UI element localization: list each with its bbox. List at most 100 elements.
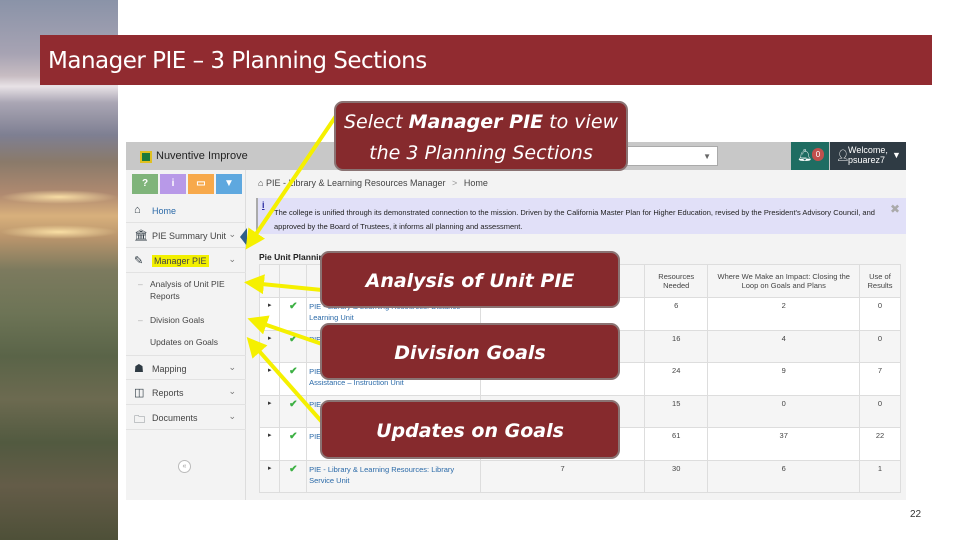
cell-impact: 4 [707, 329, 860, 363]
column-header-impact[interactable]: Where We Make an Impact: Closing the Loo… [707, 264, 860, 298]
check-icon: ✔ [279, 297, 308, 331]
check-icon: ✔ [279, 427, 308, 461]
subitem-label: Updates on Goals [150, 337, 219, 347]
breadcrumb: ⌂ PIE - Library & Learning Resources Man… [258, 178, 488, 188]
subitem-analysis-of-unit-pie-reports[interactable]: – Analysis of Unit PIE Reports [126, 278, 246, 304]
cell-use-of-results: 0 [858, 329, 902, 363]
cell-resources-needed: 30 [643, 459, 709, 493]
nuventive-logo-icon [140, 151, 152, 163]
filter-icon: ▼ [224, 178, 234, 189]
chevron-down-icon: ⌄ [228, 411, 236, 421]
home-icon: ⌂ [134, 204, 141, 216]
mission-info-box: i The college is unified through its dem… [256, 198, 906, 234]
sidebar-item-manager-pie[interactable]: ✎ Manager PIE ⌄ [126, 248, 246, 273]
sidebar-item-mapping[interactable]: ☗ Mapping ⌄ [126, 355, 246, 380]
column-header [258, 264, 281, 298]
callout-text-bold: Manager PIE [408, 111, 544, 133]
dash-icon: – [138, 315, 143, 325]
sidebar: ? i ▭ ▼ ⌂ Home 🏛︎ PIE Summary Unit ⌄ ✎ M… [126, 170, 247, 500]
breadcrumb-separator: > [452, 178, 458, 188]
app-brand: Nuventive Improve [156, 150, 248, 162]
expand-row-icon[interactable]: ▸ [258, 427, 281, 461]
sidebar-item-label: Reports [152, 388, 184, 398]
close-icon[interactable]: ✖ [890, 202, 900, 216]
expand-row-icon[interactable]: ▸ [258, 329, 281, 363]
chevron-down-icon: ⌄ [228, 362, 236, 372]
cell-impact: 9 [707, 362, 860, 396]
help-button[interactable]: ? [132, 174, 158, 194]
home-icon[interactable]: ⌂ [258, 178, 266, 188]
cell-impact: 2 [707, 297, 860, 331]
list-button[interactable]: ▭ [188, 174, 214, 194]
column-header-use-of-results[interactable]: Use of Results [858, 264, 902, 298]
cell-resources-needed: 6 [643, 297, 709, 331]
sidebar-item-label: Manager PIE [152, 255, 209, 267]
caret-down-icon: ▼ [892, 150, 901, 160]
sitemap-icon: ☗ [134, 363, 144, 375]
callout-text-prefix: Select [343, 111, 409, 133]
user-menu[interactable]: 👤︎ Welcome, psuarez7 ▼ [830, 142, 906, 170]
info-icon: i [171, 178, 175, 189]
notifications-button[interactable]: 🔔︎ 0 [791, 142, 829, 170]
institution-icon: 🏛︎ [134, 230, 148, 242]
slide: Manager PIE – 3 Planning Sections Nuvent… [0, 0, 960, 540]
collapse-sidebar-button[interactable]: « [178, 460, 191, 473]
callout-updates-on-goals: Updates on Goals [320, 400, 620, 459]
callout-select-manager-pie: Select Manager PIE to view the 3 Plannin… [334, 101, 628, 171]
cell-value: 7 [480, 459, 645, 493]
folder-icon: 🗀 [134, 414, 145, 426]
cell-use-of-results: 1 [858, 459, 902, 493]
sidebar-item-pie-summary-unit[interactable]: 🏛︎ PIE Summary Unit ⌄ [126, 223, 246, 248]
cell-use-of-results: 0 [858, 394, 902, 428]
bell-icon: 🔔︎ [797, 148, 813, 162]
info-icon: i [262, 200, 265, 210]
chevron-down-icon: ⌄ [228, 229, 236, 239]
check-icon: ✔ [279, 394, 308, 428]
mission-text: The college is unified through its demon… [274, 208, 875, 231]
expand-row-icon[interactable]: ▸ [258, 459, 281, 493]
pencil-icon: ✎ [134, 255, 144, 267]
cell-use-of-results: 7 [858, 362, 902, 396]
sidebar-item-label: Mapping [152, 364, 187, 374]
check-icon: ✔ [279, 329, 308, 363]
filter-button[interactable]: ▼ [216, 174, 242, 194]
chevron-down-icon: ▼ [703, 152, 711, 161]
callout-analysis: Analysis of Unit PIE Reports [320, 251, 620, 349]
cell-use-of-results: 22 [858, 427, 902, 461]
columns-icon: ◫ [134, 387, 145, 399]
sidebar-item-documents[interactable]: 🗀 Documents ⌄ [126, 405, 246, 430]
check-icon: ✔ [279, 459, 308, 493]
info-button[interactable]: i [160, 174, 186, 194]
cell-impact: 0 [707, 394, 860, 428]
city-lights [0, 225, 118, 239]
sidebar-item-home[interactable]: ⌂ Home [126, 198, 246, 223]
page-number: 22 [910, 509, 922, 520]
cell-use-of-results: 0 [858, 297, 902, 331]
sidebar-item-label: Documents [152, 413, 198, 423]
sidebar-item-label: Home [152, 206, 177, 216]
cell-impact: 6 [707, 459, 860, 493]
cell-impact: 37 [707, 427, 860, 461]
list-icon: ▭ [196, 178, 206, 189]
sidebar-item-reports[interactable]: ◫ Reports ⌄ [126, 380, 246, 405]
help-icon: ? [141, 178, 149, 189]
table-row: ▸ ✔ PIE - Library & Learning Resources: Li… [258, 459, 902, 493]
subitem-label: Division Goals [150, 315, 205, 325]
unit-link[interactable]: PIE - Library & Learning Resources: Libr… [306, 459, 482, 493]
callout-division-goals: Division Goals [320, 323, 620, 380]
chevron-down-icon: ⌄ [228, 254, 236, 264]
cell-resources-needed: 15 [643, 394, 709, 428]
sidebar-item-label: PIE Summary Unit [152, 231, 227, 241]
dash-icon: – [138, 279, 143, 289]
expand-row-icon[interactable]: ▸ [258, 362, 281, 396]
slide-title: Manager PIE – 3 Planning Sections [48, 48, 427, 74]
breadcrumb-page: Home [463, 178, 488, 188]
check-icon: ✔ [279, 362, 308, 396]
notification-badge: 0 [812, 148, 824, 161]
breadcrumb-section[interactable]: PIE - Library & Learning Resources Manag… [266, 178, 446, 188]
column-header-resources-needed[interactable]: Resources Needed [643, 264, 709, 298]
column-header [279, 264, 308, 298]
cell-resources-needed: 24 [643, 362, 709, 396]
expand-row-icon[interactable]: ▸ [258, 394, 281, 428]
expand-row-icon[interactable]: ▸ [258, 297, 281, 331]
